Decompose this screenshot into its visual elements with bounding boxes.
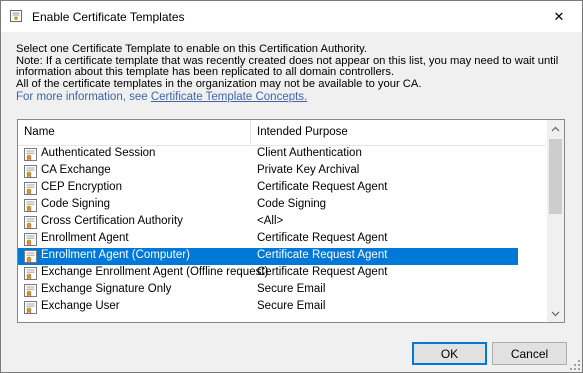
certificate-app-icon: [10, 10, 22, 22]
resize-grip-icon[interactable]: [570, 360, 580, 370]
chevron-up-icon: [551, 126, 560, 131]
template-intended-purpose: Certificate Request Agent: [257, 266, 388, 278]
instruction-line-3: information about this template has been…: [16, 66, 395, 78]
certificate-template-icon: [24, 182, 37, 195]
list-item[interactable]: Enrollment Agent (Computer) Certificate R…: [18, 248, 518, 265]
certificate-template-icon: [24, 284, 37, 297]
template-intended-purpose: Certificate Request Agent: [257, 232, 388, 244]
chevron-down-icon: [551, 311, 560, 316]
template-name: CEP Encryption: [41, 181, 122, 193]
template-name: Exchange Enrollment Agent (Offline reque…: [41, 266, 269, 278]
scroll-down-button[interactable]: [547, 305, 564, 322]
list-item[interactable]: Cross Certification Authority <All>: [18, 214, 518, 231]
template-name: Exchange User: [41, 300, 120, 312]
list-item[interactable]: Exchange Signature Only Secure Email: [18, 282, 518, 299]
template-intended-purpose: Client Authentication: [257, 147, 362, 159]
window-title: Enable Certificate Templates: [32, 10, 185, 24]
template-name: Code Signing: [41, 198, 111, 210]
close-button[interactable]: ✕: [536, 1, 582, 32]
certificate-template-icon: [24, 199, 37, 212]
certificate-template-icon: [24, 233, 37, 246]
scrollbar-thumb[interactable]: [549, 139, 562, 214]
close-icon: ✕: [553, 8, 565, 24]
certificate-template-concepts-link[interactable]: Certificate Template Concepts.: [151, 91, 307, 103]
instruction-line-1: Select one Certificate Template to enabl…: [16, 43, 367, 55]
certificate-template-icon: [24, 165, 37, 178]
column-header-intended-purpose[interactable]: Intended Purpose: [251, 120, 547, 145]
template-intended-purpose: <All>: [257, 215, 284, 227]
template-name: Authenticated Session: [41, 147, 156, 159]
certificate-template-list[interactable]: Name Intended Purpose Authenticated Sess…: [17, 119, 565, 323]
certificate-template-icon: [24, 267, 37, 280]
ok-button[interactable]: OK: [412, 342, 487, 365]
scroll-up-button[interactable]: [547, 120, 564, 137]
column-header-name[interactable]: Name: [18, 120, 251, 145]
cancel-button[interactable]: Cancel: [492, 342, 567, 365]
list-item[interactable]: Exchange User Secure Email: [18, 299, 518, 316]
certificate-template-icon: [24, 148, 37, 161]
list-item[interactable]: Exchange Enrollment Agent (Offline reque…: [18, 265, 518, 282]
template-intended-purpose: Secure Email: [257, 283, 326, 295]
instruction-line-4: All of the certificate templates in the …: [16, 77, 422, 90]
template-name: Enrollment Agent (Computer): [41, 249, 190, 261]
list-item[interactable]: Authenticated Session Client Authenticati…: [18, 146, 518, 163]
template-name: Enrollment Agent: [41, 232, 129, 244]
template-name: CA Exchange: [41, 164, 111, 176]
template-intended-purpose: Private Key Archival: [257, 164, 360, 176]
list-item[interactable]: CA Exchange Private Key Archival: [18, 163, 518, 180]
template-intended-purpose: Certificate Request Agent: [257, 181, 388, 193]
template-intended-purpose: Secure Email: [257, 300, 326, 312]
more-info-prefix: For more information, see: [16, 91, 151, 103]
list-item[interactable]: CEP Encryption Certificate Request Agent: [18, 180, 518, 197]
dialog-window: Enable Certificate Templates ✕ Select on…: [0, 0, 583, 373]
template-name: Cross Certification Authority: [41, 215, 183, 227]
list-rows: Authenticated Session Client Authenticati…: [18, 146, 546, 316]
title-bar[interactable]: Enable Certificate Templates ✕: [1, 1, 582, 32]
template-intended-purpose: Code Signing: [257, 198, 327, 210]
more-info-line: For more information, see Certificate Te…: [16, 91, 571, 104]
list-item[interactable]: Enrollment Agent Certificate Request Agen…: [18, 231, 518, 248]
certificate-template-icon: [24, 301, 37, 314]
template-intended-purpose: Certificate Request Agent: [257, 249, 388, 261]
certificate-template-icon: [24, 250, 37, 263]
certificate-template-icon: [24, 216, 37, 229]
vertical-scrollbar[interactable]: [547, 120, 564, 322]
list-item[interactable]: Code Signing Code Signing: [18, 197, 518, 214]
template-name: Exchange Signature Only: [41, 283, 172, 295]
list-header: Name Intended Purpose: [18, 120, 546, 146]
instructions: Select one Certificate Template to enabl…: [16, 43, 571, 104]
